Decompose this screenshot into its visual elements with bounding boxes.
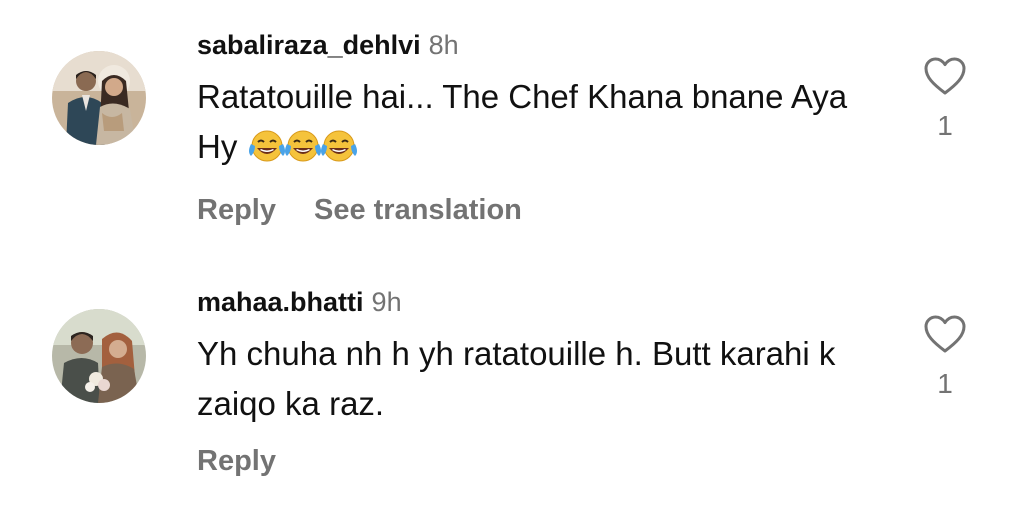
like-count: 1	[937, 110, 953, 141]
timestamp: 8h	[428, 30, 459, 60]
comment-actions: Reply See translation	[197, 190, 877, 230]
face-with-tears-of-joy-icon	[283, 128, 323, 178]
reply-button[interactable]: Reply	[197, 194, 276, 226]
like-count: 1	[937, 368, 953, 399]
like-control: 1	[918, 56, 972, 142]
like-control: 1	[918, 314, 972, 400]
comment-body: mahaa.bhatti 9h Yh chuha nh h yh ratatoui…	[197, 281, 877, 481]
comment-actions: Reply	[197, 441, 877, 481]
reply-button[interactable]: Reply	[197, 445, 276, 477]
see-translation-button[interactable]: See translation	[314, 194, 522, 226]
comment-item: mahaa.bhatti 9h Yh chuha nh h yh ratatoui…	[0, 250, 1024, 506]
avatar[interactable]	[52, 51, 146, 145]
heart-outline-icon[interactable]	[923, 56, 967, 96]
heart-outline-icon[interactable]	[923, 314, 967, 354]
comment-body: sabaliraza_dehlvi 8h Ratatouille hai... T…	[197, 24, 877, 230]
face-with-tears-of-joy-icon	[319, 128, 359, 178]
comment-text: Yh chuha nh h yh ratatouille h. Butt kar…	[197, 329, 877, 429]
comment-meta: mahaa.bhatti 9h	[197, 281, 877, 323]
comment-item: sabaliraza_dehlvi 8h Ratatouille hai... T…	[0, 0, 1024, 250]
comment-text-content: Yh chuha nh h yh ratatouille h. Butt kar…	[197, 335, 836, 422]
username-link[interactable]: sabaliraza_dehlvi	[197, 30, 421, 60]
comment-meta: sabaliraza_dehlvi 8h	[197, 24, 877, 66]
username-link[interactable]: mahaa.bhatti	[197, 287, 364, 317]
timestamp: 9h	[371, 287, 402, 317]
avatar[interactable]	[52, 309, 146, 403]
face-with-tears-of-joy-icon	[247, 128, 287, 178]
comment-text: Ratatouille hai... The Chef Khana bnane …	[197, 72, 877, 178]
